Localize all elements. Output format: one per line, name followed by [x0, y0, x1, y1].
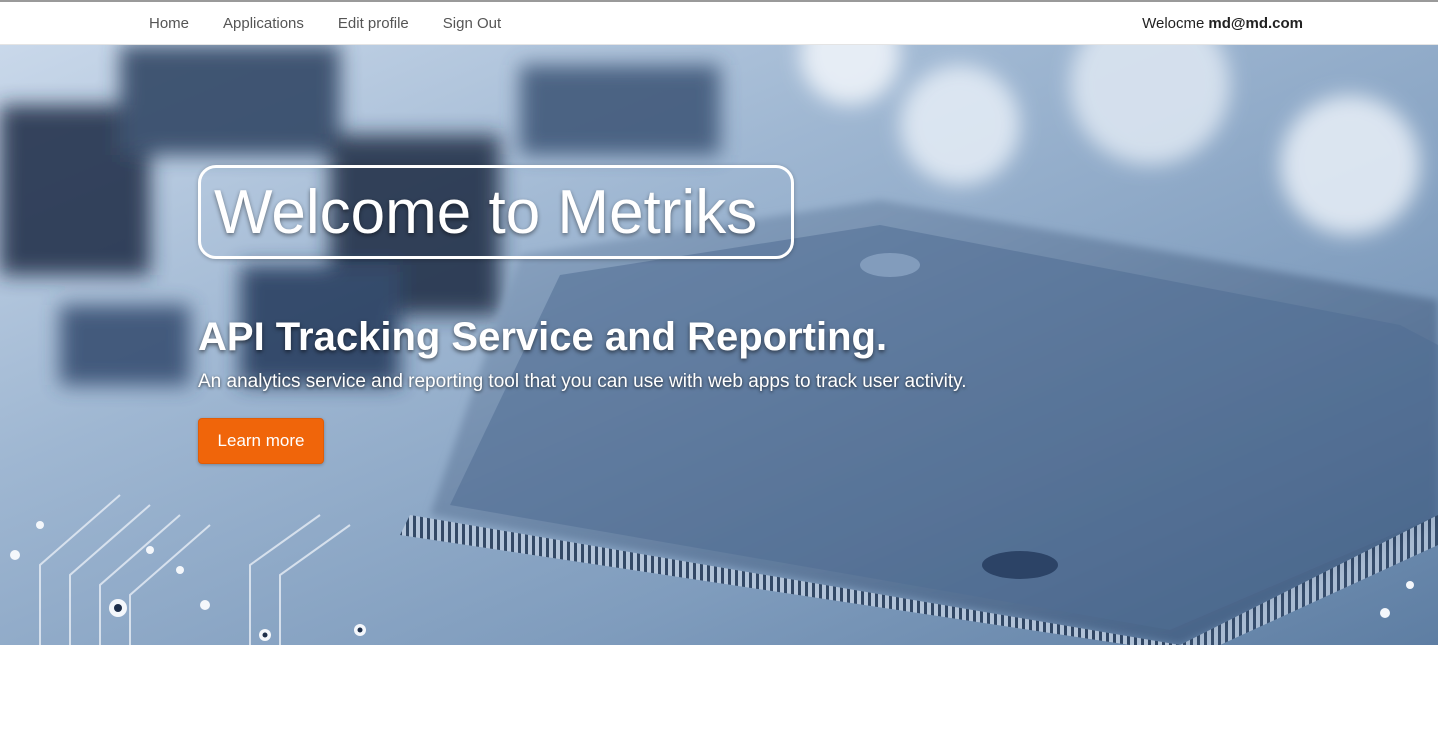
nav-link-home[interactable]: Home — [149, 15, 189, 32]
learn-more-button[interactable]: Learn more — [198, 418, 324, 464]
welcome-message: Welocme md@md.com — [1142, 2, 1303, 45]
hero-banner: Welcome to Metriks API Tracking Service … — [0, 45, 1438, 645]
hero-subtitle: API Tracking Service and Reporting. — [198, 315, 888, 359]
hero-description: An analytics service and reporting tool … — [198, 371, 967, 392]
hero-title: Welcome to Metriks — [198, 165, 794, 259]
nav-link-edit-profile[interactable]: Edit profile — [338, 15, 409, 32]
nav-link-sign-out[interactable]: Sign Out — [443, 15, 501, 32]
welcome-user-email: md@md.com — [1208, 15, 1303, 32]
top-navbar: Home Applications Edit profile Sign Out … — [0, 2, 1438, 45]
welcome-prefix: Welocme — [1142, 15, 1205, 32]
nav-links: Home Applications Edit profile Sign Out — [149, 2, 535, 45]
nav-link-applications[interactable]: Applications — [223, 15, 304, 32]
